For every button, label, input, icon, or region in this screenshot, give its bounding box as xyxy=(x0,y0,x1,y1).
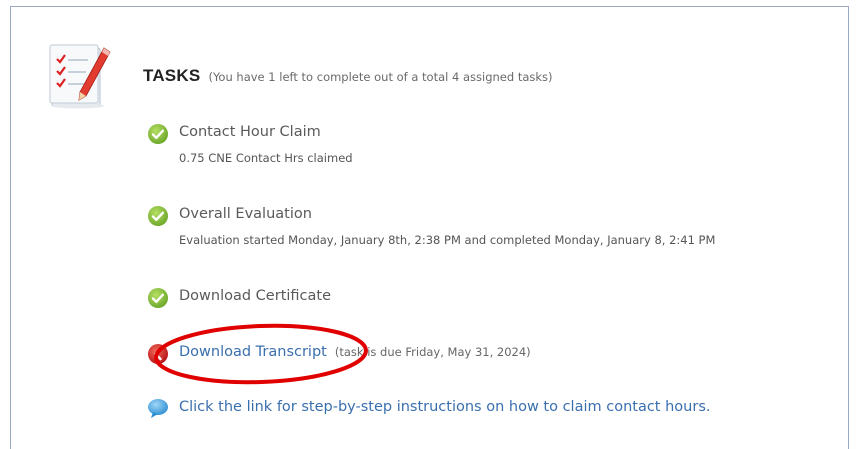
chevron-left-circle-icon xyxy=(148,344,168,364)
download-transcript-link[interactable]: Download Transcript xyxy=(179,344,327,360)
task-detail: 0.75 CNE Contact Hrs claimed xyxy=(179,151,353,165)
check-circle-icon xyxy=(148,124,168,144)
page-title: TASKS xyxy=(143,66,201,85)
check-circle-icon xyxy=(148,288,168,308)
speech-bubble-icon xyxy=(148,399,168,418)
claim-instructions-link[interactable]: Click the link for step-by-step instruct… xyxy=(179,399,710,415)
tasks-header: TASKS (You have 1 left to complete out o… xyxy=(143,66,553,86)
task-detail: Evaluation started Monday, January 8th, … xyxy=(179,233,716,247)
task-due-date: (task is due Friday, May 31, 2024) xyxy=(334,345,531,359)
checklist-icon xyxy=(49,44,111,109)
task-label: Overall Evaluation xyxy=(179,206,312,222)
task-label: Contact Hour Claim xyxy=(179,124,321,140)
tasks-summary: (You have 1 left to complete out of a to… xyxy=(208,70,553,84)
check-circle-icon xyxy=(148,206,168,226)
task-label: Download Certificate xyxy=(179,288,332,304)
